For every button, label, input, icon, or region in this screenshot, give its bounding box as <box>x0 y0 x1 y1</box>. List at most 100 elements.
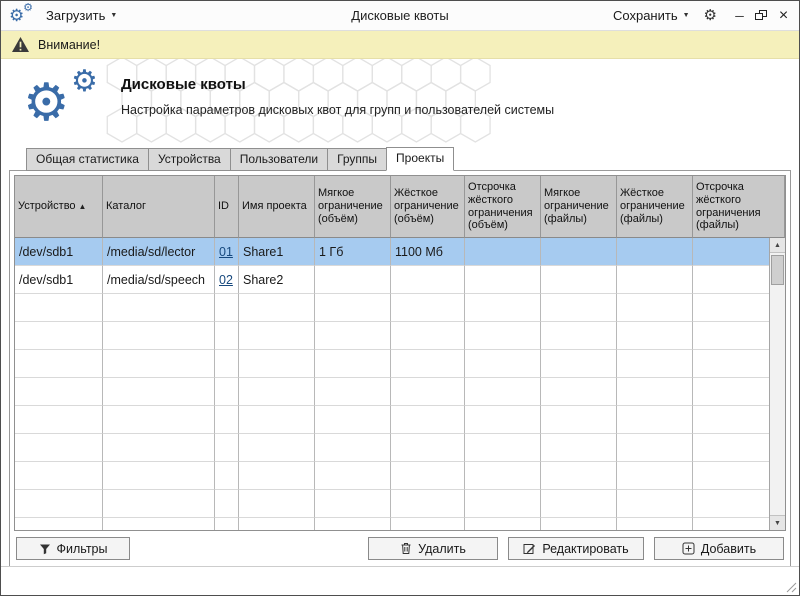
cell-soft-files[interactable] <box>541 266 617 294</box>
col-header-soft-files[interactable]: Мягкое ограничение (файлы) <box>541 176 617 238</box>
col-header-device[interactable]: Устройство ▲ <box>15 176 103 238</box>
vertical-scrollbar: ▲ ▼ <box>769 238 785 530</box>
empty-cell <box>315 350 391 378</box>
empty-cell <box>215 378 239 406</box>
empty-cell <box>541 518 617 531</box>
cell-soft-volume[interactable]: 1 Гб <box>315 238 391 266</box>
empty-cell <box>465 518 541 531</box>
empty-cell <box>391 378 465 406</box>
add-button[interactable]: Добавить <box>654 537 784 560</box>
hero-gears-icon: ⚙ ⚙ <box>23 67 107 137</box>
project-id-link[interactable]: 01 <box>219 245 233 259</box>
col-header-id[interactable]: ID <box>215 176 239 238</box>
empty-cell <box>315 322 391 350</box>
empty-cell <box>103 434 215 462</box>
empty-cell <box>617 434 693 462</box>
empty-cell <box>103 518 215 531</box>
empty-cell <box>391 518 465 531</box>
empty-cell <box>103 490 215 518</box>
edit-button[interactable]: Редактировать <box>508 537 644 560</box>
cell-grace-volume[interactable] <box>465 238 541 266</box>
empty-cell <box>465 350 541 378</box>
empty-cell <box>617 294 693 322</box>
settings-gear-icon[interactable]: ⚙ <box>704 8 717 23</box>
empty-cell <box>15 518 103 531</box>
cell-soft-files[interactable] <box>541 238 617 266</box>
empty-cell <box>15 378 103 406</box>
resize-grip[interactable] <box>785 581 797 593</box>
empty-cell <box>541 462 617 490</box>
project-id-link[interactable]: 02 <box>219 273 233 287</box>
scroll-up-button[interactable]: ▲ <box>770 238 785 253</box>
cell-device[interactable]: /dev/sdb1 <box>15 238 103 266</box>
action-bar: Фильтры Удалить Редактировать <box>14 537 786 560</box>
cell-project-name[interactable]: Share2 <box>239 266 315 294</box>
app-window: ⚙ ⚙ Загрузить ▼ Дисковые квоты Сохранить… <box>0 0 800 596</box>
empty-cell <box>315 490 391 518</box>
cell-hard-volume[interactable] <box>391 266 465 294</box>
empty-cell <box>391 294 465 322</box>
dropdown-arrow-icon: ▼ <box>683 12 690 19</box>
tab-general-statistics[interactable]: Общая статистика <box>26 148 149 171</box>
empty-cell <box>617 490 693 518</box>
cell-project-name[interactable]: Share1 <box>239 238 315 266</box>
empty-cell <box>215 350 239 378</box>
maximize-button[interactable] <box>754 9 769 22</box>
empty-cell <box>617 406 693 434</box>
scrollbar-track[interactable] <box>770 253 785 515</box>
gear-icon: ⚙ <box>71 67 98 97</box>
app-gears-icon: ⚙ ⚙ <box>9 4 34 27</box>
cell-hard-files[interactable] <box>617 238 693 266</box>
col-header-grace-volume[interactable]: Отсрочка жёсткого ограничения (объём) <box>465 176 541 238</box>
gear-icon: ⚙ <box>23 77 70 129</box>
empty-cell <box>391 406 465 434</box>
tab-devices[interactable]: Устройства <box>148 148 231 171</box>
edit-pencil-icon <box>523 542 536 555</box>
col-header-soft-volume[interactable]: Мягкое ограничение (объём) <box>315 176 391 238</box>
load-menu-button[interactable]: Загрузить ▼ <box>43 6 120 25</box>
col-header-project-name[interactable]: Имя проекта <box>239 176 315 238</box>
empty-cell <box>103 322 215 350</box>
filters-button[interactable]: Фильтры <box>16 537 130 560</box>
empty-cell <box>465 322 541 350</box>
table-grid: Устройство ▲ Каталог ID Имя проекта Мягк… <box>15 176 785 531</box>
close-button[interactable]: × <box>776 8 791 24</box>
cell-soft-volume[interactable] <box>315 266 391 294</box>
empty-cell <box>617 518 693 531</box>
col-header-grace-files[interactable]: Отсрочка жёсткого ограничения (файлы) <box>693 176 785 238</box>
empty-cell <box>239 434 315 462</box>
cell-hard-files[interactable] <box>617 266 693 294</box>
empty-cell <box>315 462 391 490</box>
cell-directory[interactable]: /media/sd/speech <box>103 266 215 294</box>
save-menu-button[interactable]: Сохранить ▼ <box>610 6 693 25</box>
empty-cell <box>541 406 617 434</box>
empty-cell <box>617 350 693 378</box>
cell-id: 01 <box>215 238 239 266</box>
cell-grace-volume[interactable] <box>465 266 541 294</box>
tab-groups[interactable]: Группы <box>327 148 387 171</box>
warning-triangle-icon <box>11 36 30 53</box>
scroll-down-button[interactable]: ▼ <box>770 515 785 530</box>
col-header-directory[interactable]: Каталог <box>103 176 215 238</box>
empty-cell <box>239 322 315 350</box>
scrollbar-thumb[interactable] <box>771 255 784 285</box>
cell-hard-volume[interactable]: 1100 Мб <box>391 238 465 266</box>
empty-cell <box>239 294 315 322</box>
cell-directory[interactable]: /media/sd/lector <box>103 238 215 266</box>
empty-cell <box>215 322 239 350</box>
tab-users[interactable]: Пользователи <box>230 148 328 171</box>
col-header-hard-volume[interactable]: Жёсткое ограничение (объём) <box>391 176 465 238</box>
empty-cell <box>15 322 103 350</box>
delete-button[interactable]: Удалить <box>368 537 498 560</box>
empty-cell <box>239 378 315 406</box>
empty-cell <box>465 462 541 490</box>
empty-cell <box>541 378 617 406</box>
col-header-hard-files[interactable]: Жёсткое ограничение (файлы) <box>617 176 693 238</box>
minimize-button[interactable]: ─ <box>732 8 747 24</box>
tab-projects[interactable]: Проекты <box>386 147 454 171</box>
filter-funnel-icon <box>39 543 51 555</box>
empty-cell <box>215 406 239 434</box>
empty-cell <box>215 490 239 518</box>
empty-cell <box>541 294 617 322</box>
cell-device[interactable]: /dev/sdb1 <box>15 266 103 294</box>
